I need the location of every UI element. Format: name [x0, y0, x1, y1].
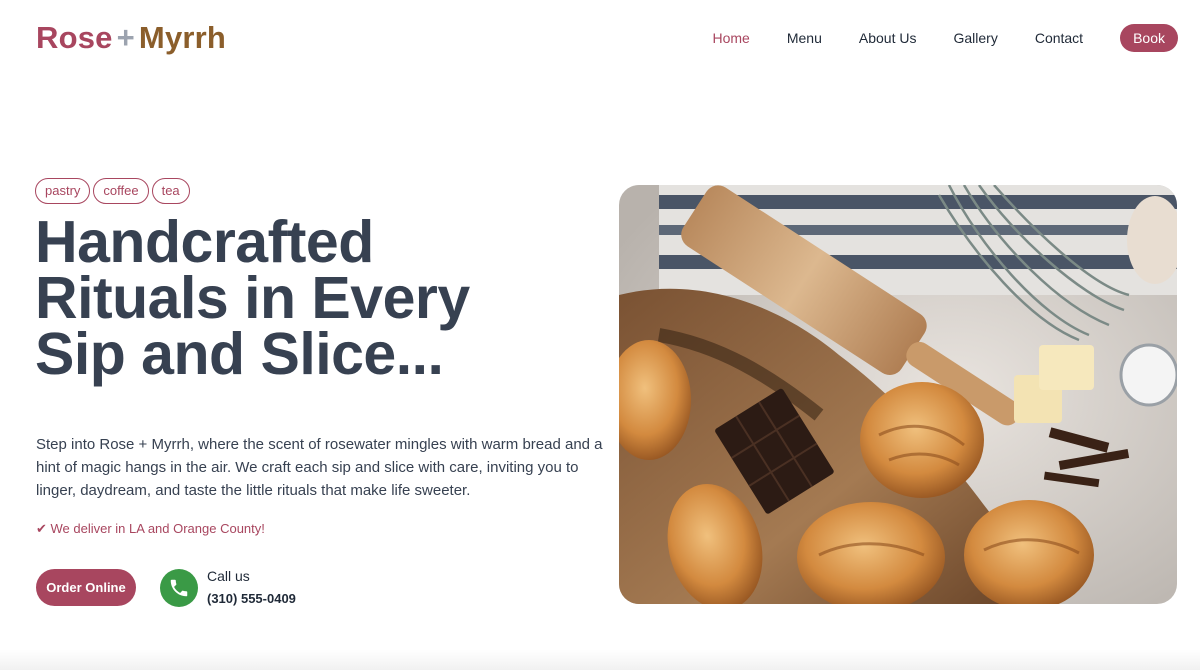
call-us-label: Call us [207, 568, 250, 584]
tag-tea[interactable]: tea [151, 178, 190, 204]
delivery-note: ✔ We deliver in LA and Orange County! [36, 521, 265, 536]
hero-headline: Handcrafted Rituals in Every Sip and Sli… [35, 209, 555, 387]
tag-list: pastry coffee tea [35, 178, 190, 204]
order-online-button[interactable]: Order Online [36, 569, 136, 606]
hero-image-pastries [619, 185, 1177, 604]
headline-line: Sip and Slice... [35, 321, 444, 387]
hero-description: Step into Rose + Myrrh, where the scent … [36, 436, 603, 499]
nav-item-menu[interactable]: Menu [787, 30, 822, 46]
nav-item-home[interactable]: Home [712, 30, 749, 46]
main-nav: Home Menu About Us Gallery Contact Book [675, 24, 1178, 52]
nav-item-about-us[interactable]: About Us [859, 30, 917, 46]
nav-item-contact[interactable]: Contact [1035, 30, 1083, 46]
brand-plus: + [116, 20, 135, 55]
nav-item-gallery[interactable]: Gallery [953, 30, 997, 46]
brand-name-rose: Rose [36, 20, 113, 55]
phone-icon[interactable] [160, 569, 198, 607]
headline-line: Rituals in Every [35, 265, 470, 331]
phone-number[interactable]: (310) 555-0409 [207, 591, 296, 606]
headline-line: Handcrafted [35, 209, 374, 275]
book-button[interactable]: Book [1120, 24, 1178, 52]
brand-logo[interactable]: Rose + Myrrh [36, 20, 226, 56]
tag-pastry[interactable]: pastry [35, 178, 91, 204]
section-divider [0, 650, 1200, 670]
brand-name-myrrh: Myrrh [138, 20, 227, 55]
tag-coffee[interactable]: coffee [93, 178, 149, 204]
